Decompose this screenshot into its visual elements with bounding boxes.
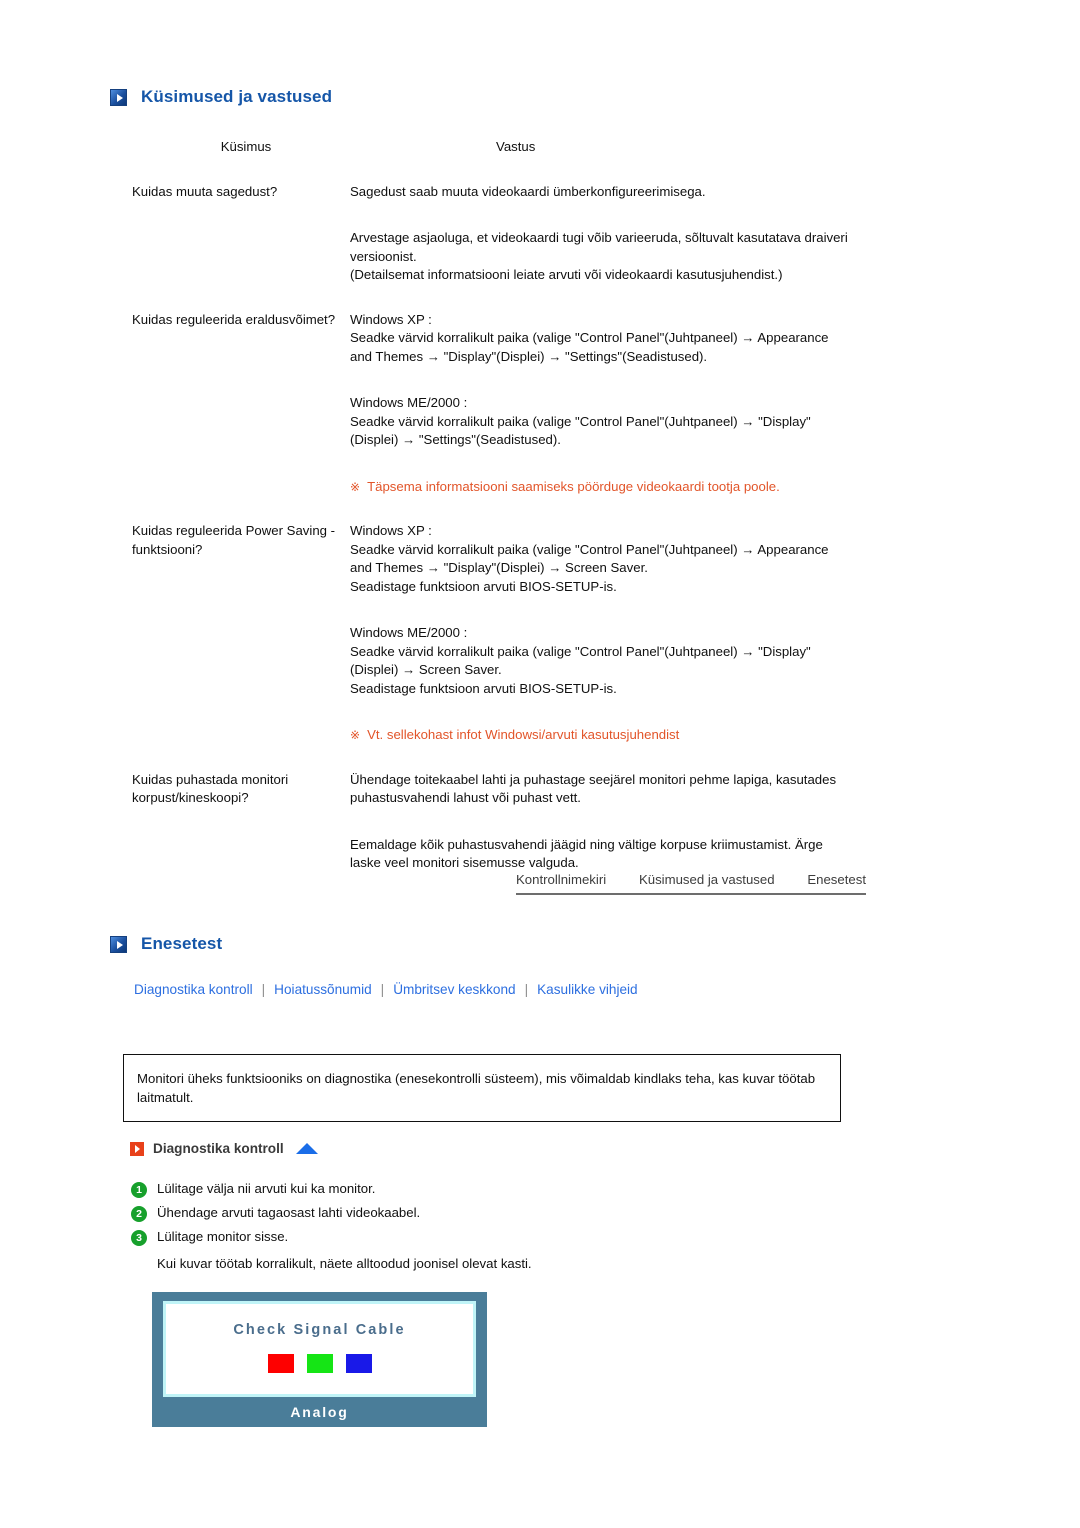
faq-table: Küsimus Vastus Kuidas muuta sagedust? Sa… bbox=[132, 138, 852, 873]
reference-mark-icon: ※ bbox=[350, 479, 361, 494]
answer-cell: Windows XP : Seadke värvid korralikult p… bbox=[350, 522, 852, 745]
blue-swatch bbox=[345, 1354, 372, 1373]
answer-paragraph: Windows XP : Seadke värvid korralikult p… bbox=[350, 523, 829, 594]
faq-section-header: Küsimused ja vastused bbox=[110, 87, 332, 107]
play-square-red-icon bbox=[130, 1141, 144, 1156]
step-text: Ühendage arvuti tagaosast lahti videokaa… bbox=[157, 1205, 421, 1220]
step-text: Lülitage monitor sisse. bbox=[157, 1229, 289, 1244]
play-square-blue-icon bbox=[110, 88, 127, 106]
play-square-blue-icon bbox=[110, 935, 127, 953]
answer-paragraph: Eemaldage kõik puhastusvahendi jäägid ni… bbox=[350, 836, 823, 871]
tab-enesetest[interactable]: Enesetest bbox=[807, 872, 866, 887]
column-header-answer: Vastus bbox=[496, 139, 536, 154]
monitor-mode-label: Analog bbox=[290, 1404, 349, 1420]
tab-kusimused-ja-vastused[interactable]: Küsimused ja vastused bbox=[639, 872, 775, 887]
steps-followup-text: Kui kuvar töötab korralikult, näete allt… bbox=[157, 1256, 532, 1271]
selftest-link-row: Diagnostika kontroll | Hoiatussõnumid | … bbox=[134, 982, 638, 997]
answer-cell: Ühendage toitekaabel lahti ja puhastage … bbox=[350, 771, 852, 873]
section-title: Enesetest bbox=[141, 934, 223, 953]
link-diagnostika-kontroll[interactable]: Diagnostika kontroll bbox=[134, 982, 253, 997]
column-header-question: Küsimus bbox=[220, 139, 272, 154]
page-title: Küsimused ja vastused bbox=[141, 87, 333, 106]
answer-paragraph: Sagedust saab muuta videokaardi ümberkon… bbox=[350, 183, 706, 199]
diagnostika-kontroll-subheader: Diagnostika kontroll bbox=[130, 1141, 318, 1156]
note-text: Täpsema informatsiooni saamiseks pöördug… bbox=[367, 478, 780, 494]
link-separator: | bbox=[261, 982, 266, 997]
subsection-title: Diagnostika kontroll bbox=[153, 1141, 284, 1156]
reference-mark-icon: ※ bbox=[350, 728, 361, 742]
table-row: Kuidas puhastada monitori korpust/kinesk… bbox=[132, 771, 852, 873]
selftest-section-header: Enesetest bbox=[110, 934, 222, 954]
table-row: Kuidas reguleerida Power Saving -funktsi… bbox=[132, 522, 852, 745]
list-item: 2 Ühendage arvuti tagaosast lahti videok… bbox=[131, 1205, 781, 1222]
link-separator: | bbox=[380, 982, 385, 997]
link-umbritsev-keskkond[interactable]: Ümbritsev keskkond bbox=[393, 982, 515, 997]
list-item: 1 Lülitage välja nii arvuti kui ka monit… bbox=[131, 1181, 781, 1198]
link-separator: | bbox=[524, 982, 529, 997]
link-kasulikke-vihjeid[interactable]: Kasulikke vihjeid bbox=[537, 982, 638, 997]
answer-paragraph: Ühendage toitekaabel lahti ja puhastage … bbox=[350, 771, 837, 806]
answer-paragraph: Arvestage asjaoluga, et videokaardi tugi… bbox=[350, 230, 848, 282]
link-hoiatussonumid[interactable]: Hoiatussõnumid bbox=[274, 982, 371, 997]
list-item: 3 Lülitage monitor sisse. bbox=[131, 1229, 781, 1246]
answer-paragraph: Windows XP : Seadke värvid korralikult p… bbox=[350, 311, 829, 364]
answer-note: ※ Vt. sellekohast infot Windowsi/arvuti … bbox=[350, 726, 852, 745]
selftest-info-box: Monitori üheks funktsiooniks on diagnost… bbox=[123, 1054, 841, 1122]
table-row: Kuidas reguleerida eraldusvõimet? Window… bbox=[132, 311, 852, 497]
step-text: Lülitage välja nii arvuti kui ka monitor… bbox=[157, 1181, 376, 1196]
triangle-up-blue-icon[interactable] bbox=[295, 1143, 318, 1154]
green-swatch bbox=[306, 1354, 333, 1373]
question-cell: Kuidas muuta sagedust? bbox=[132, 183, 278, 199]
monitor-screen: Check Signal Cable bbox=[163, 1301, 476, 1397]
step-number-badge: 3 bbox=[131, 1230, 147, 1246]
red-swatch bbox=[267, 1354, 294, 1373]
check-signal-cable-message: Check Signal Cable bbox=[233, 1322, 406, 1338]
rgb-swatches bbox=[166, 1354, 473, 1373]
answer-cell: Sagedust saab muuta videokaardi ümberkon… bbox=[350, 183, 852, 285]
tab-kontrollnimekiri[interactable]: Kontrollnimekiri bbox=[516, 872, 606, 887]
step-number-badge: 1 bbox=[131, 1182, 147, 1198]
step-number-badge: 2 bbox=[131, 1206, 147, 1222]
note-text: Vt. sellekohast infot Windowsi/arvuti ka… bbox=[367, 727, 680, 742]
question-cell: Kuidas reguleerida Power Saving -funktsi… bbox=[132, 523, 336, 557]
question-cell: Kuidas reguleerida eraldusvõimet? bbox=[132, 311, 336, 327]
section-tabbar: Kontrollnimekiri Küsimused ja vastused E… bbox=[516, 872, 866, 895]
answer-note: ※ Täpsema informatsiooni saamiseks pöörd… bbox=[350, 478, 852, 497]
answer-paragraph: Windows ME/2000 : Seadke värvid korralik… bbox=[350, 395, 811, 447]
question-cell: Kuidas puhastada monitori korpust/kinesk… bbox=[132, 771, 289, 806]
diagnostic-steps-list: 1 Lülitage välja nii arvuti kui ka monit… bbox=[131, 1181, 781, 1271]
answer-paragraph: Windows ME/2000 : Seadke värvid korralik… bbox=[350, 625, 811, 696]
table-header-row: Küsimus Vastus bbox=[132, 138, 852, 157]
table-row: Kuidas muuta sagedust? Sagedust saab muu… bbox=[132, 183, 852, 285]
monitor-selftest-figure: Check Signal Cable Analog bbox=[152, 1292, 487, 1427]
answer-cell: Windows XP : Seadke värvid korralikult p… bbox=[350, 311, 852, 497]
